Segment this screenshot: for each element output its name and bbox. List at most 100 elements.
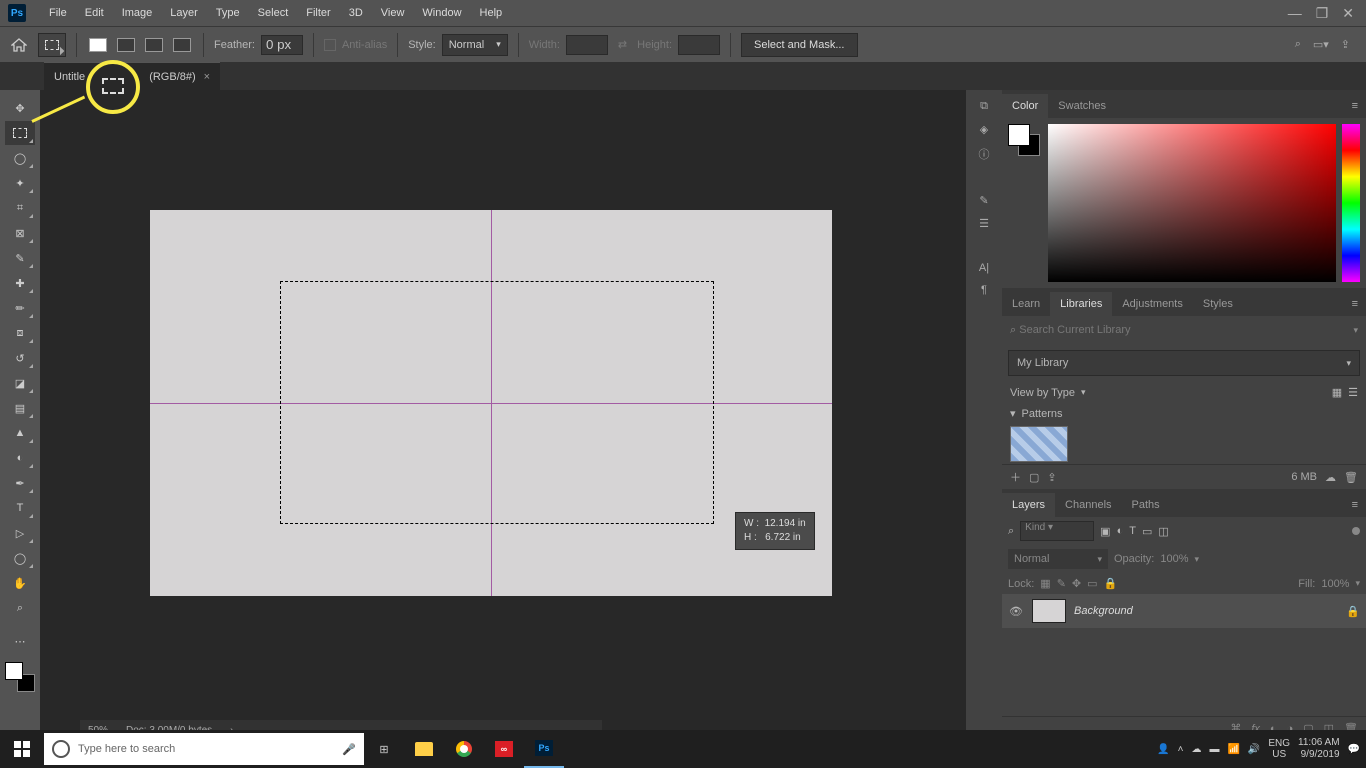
brushes-panel-icon[interactable]: ✎: [979, 194, 988, 207]
history-brush-tool[interactable]: ↺: [5, 346, 35, 370]
menu-edit[interactable]: Edit: [76, 7, 113, 19]
move-tool[interactable]: ✥: [5, 96, 35, 120]
layer-thumbnail[interactable]: [1032, 599, 1066, 623]
canvas-area[interactable]: W : 12.194 in H : 6.722 in 50% Doc: 3.00…: [40, 90, 966, 740]
notifications-icon[interactable]: 💬: [1348, 744, 1360, 755]
clone-stamp-tool[interactable]: ⧈: [5, 321, 35, 345]
view-by-type[interactable]: View by Type▾ ▦ ☰: [1002, 382, 1366, 403]
search-icon[interactable]: ⌕: [1295, 38, 1301, 51]
frame-tool[interactable]: ⊠: [5, 221, 35, 245]
filter-pixel-icon[interactable]: ▣: [1100, 525, 1110, 538]
color-fg-bg[interactable]: [1008, 124, 1042, 158]
adjustments-tab[interactable]: Adjustments: [1112, 292, 1193, 316]
eyedropper-tool[interactable]: ✎: [5, 246, 35, 270]
photoshop-icon[interactable]: Ps: [524, 730, 564, 768]
panel-menu-icon[interactable]: ≡: [1344, 94, 1366, 118]
type-tool[interactable]: T: [5, 496, 35, 520]
shape-tool[interactable]: ◯: [5, 546, 35, 570]
foreground-background-colors[interactable]: [5, 662, 35, 692]
filter-type-icon[interactable]: T: [1129, 525, 1136, 537]
gradient-tool[interactable]: ▤: [5, 396, 35, 420]
brush-tool[interactable]: ✏: [5, 296, 35, 320]
path-selection-tool[interactable]: ▷: [5, 521, 35, 545]
document-tab[interactable]: Untitle (RGB/8#) ×: [44, 62, 220, 90]
library-search[interactable]: ⌕ Search Current Library ▾: [1002, 316, 1366, 344]
filter-toggle[interactable]: [1352, 527, 1360, 535]
clock[interactable]: 11:06 AM9/9/2019: [1298, 737, 1340, 761]
edit-toolbar[interactable]: ⋯: [5, 629, 35, 653]
intersect-selection-icon[interactable]: [173, 38, 191, 52]
people-icon[interactable]: 👤: [1157, 744, 1169, 755]
menu-select[interactable]: Select: [249, 7, 298, 19]
menu-file[interactable]: File: [40, 7, 76, 19]
lock-icon[interactable]: 🔒: [1346, 605, 1360, 618]
menu-image[interactable]: Image: [113, 7, 162, 19]
lock-paint-icon[interactable]: ✎: [1057, 577, 1066, 590]
learn-tab[interactable]: Learn: [1002, 292, 1050, 316]
workspace-icon[interactable]: ▭▾: [1313, 38, 1329, 51]
tray-chevron-icon[interactable]: ˄: [1178, 744, 1184, 755]
tab-close-icon[interactable]: ×: [204, 71, 210, 83]
menu-help[interactable]: Help: [471, 7, 512, 19]
character-panel-icon[interactable]: A|: [979, 262, 989, 274]
lock-pos-icon[interactable]: ✥: [1072, 577, 1081, 590]
layer-background[interactable]: 👁 Background 🔒: [1002, 594, 1366, 628]
paragraph-panel-icon[interactable]: ¶: [981, 284, 987, 296]
home-button[interactable]: [6, 32, 32, 58]
restore-icon[interactable]: ❐: [1316, 5, 1329, 22]
minimize-icon[interactable]: —: [1288, 5, 1302, 22]
layers-tab[interactable]: Layers: [1002, 493, 1055, 517]
filter-shape-icon[interactable]: ▭: [1142, 525, 1152, 538]
menu-type[interactable]: Type: [207, 7, 249, 19]
mic-icon[interactable]: 🎤: [342, 743, 356, 756]
grid-view-icon[interactable]: ▦: [1332, 386, 1342, 399]
upload-icon[interactable]: ⇪: [1047, 471, 1056, 484]
pattern-swatch[interactable]: [1010, 426, 1068, 462]
crop-tool[interactable]: ⌗: [5, 196, 35, 220]
chrome-icon[interactable]: [444, 730, 484, 768]
eraser-tool[interactable]: ◪: [5, 371, 35, 395]
taskbar-search[interactable]: Type here to search 🎤: [44, 733, 364, 765]
pen-tool[interactable]: ✒: [5, 471, 35, 495]
language-indicator[interactable]: ENGUS: [1268, 738, 1290, 760]
libraries-folder-icon[interactable]: ▢: [1029, 471, 1039, 484]
start-button[interactable]: [0, 730, 44, 768]
volume-icon[interactable]: 🔊: [1248, 744, 1260, 755]
dodge-tool[interactable]: ◐: [5, 446, 35, 470]
lasso-tool[interactable]: ◯: [5, 146, 35, 170]
brush-settings-icon[interactable]: ☰: [979, 217, 989, 230]
add-content-icon[interactable]: ＋: [1010, 469, 1021, 485]
select-and-mask-button[interactable]: Select and Mask...: [741, 33, 858, 57]
filter-smart-icon[interactable]: ◫: [1158, 525, 1168, 538]
hand-tool[interactable]: ✋: [5, 571, 35, 595]
task-view-icon[interactable]: ⊞: [364, 730, 404, 768]
menu-filter[interactable]: Filter: [297, 7, 339, 19]
panel-menu-icon[interactable]: ≡: [1344, 292, 1366, 316]
cloud-icon[interactable]: ☁: [1325, 471, 1336, 484]
libraries-tab[interactable]: Libraries: [1050, 292, 1112, 316]
add-selection-icon[interactable]: [117, 38, 135, 52]
wifi-icon[interactable]: 📶: [1227, 744, 1239, 755]
panel-menu-icon[interactable]: ≡: [1344, 493, 1366, 517]
quick-selection-tool[interactable]: ✦: [5, 171, 35, 195]
document-canvas[interactable]: W : 12.194 in H : 6.722 in: [150, 210, 832, 596]
swatches-tab[interactable]: Swatches: [1048, 94, 1116, 118]
menu-3d[interactable]: 3D: [340, 7, 372, 19]
layer-filter-kind[interactable]: Kind ▾: [1020, 521, 1094, 541]
battery-icon[interactable]: ▬: [1209, 744, 1219, 755]
lock-nest-icon[interactable]: ▭: [1087, 577, 1097, 590]
lock-all-icon[interactable]: 🔒: [1104, 577, 1118, 590]
lock-trans-icon[interactable]: ▦: [1040, 577, 1050, 590]
creative-cloud-icon[interactable]: ∞: [484, 730, 524, 768]
onedrive-icon[interactable]: ☁: [1191, 744, 1201, 755]
styles-tab[interactable]: Styles: [1193, 292, 1243, 316]
channels-tab[interactable]: Channels: [1055, 493, 1121, 517]
style-select[interactable]: Normal▾: [442, 34, 508, 56]
close-icon[interactable]: ✕: [1342, 5, 1354, 22]
healing-brush-tool[interactable]: ✚: [5, 271, 35, 295]
menu-window[interactable]: Window: [413, 7, 470, 19]
patterns-section[interactable]: ▾Patterns: [1002, 403, 1366, 424]
feather-input[interactable]: [261, 35, 303, 55]
blur-tool[interactable]: ▲: [5, 421, 35, 445]
new-selection-icon[interactable]: [89, 38, 107, 52]
